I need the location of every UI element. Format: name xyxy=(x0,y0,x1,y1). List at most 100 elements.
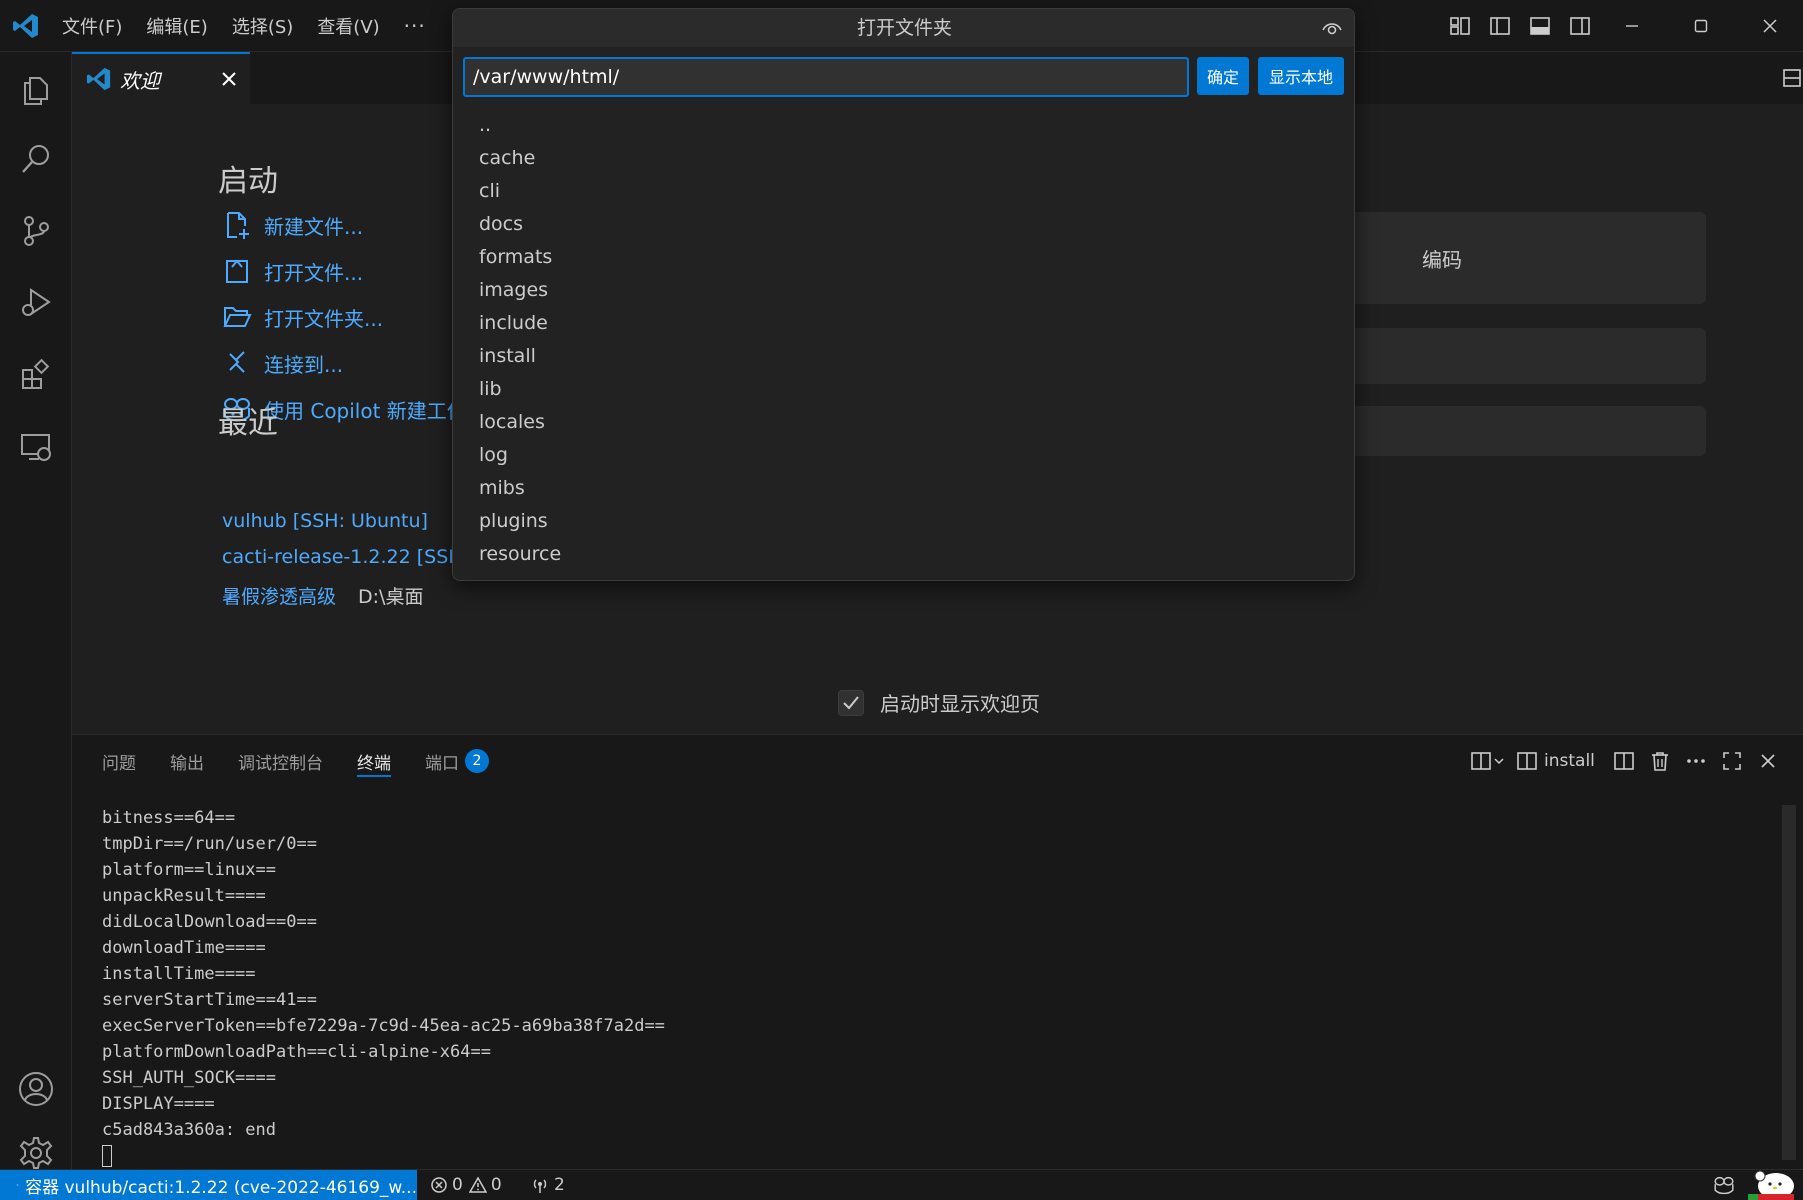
accounts-icon[interactable] xyxy=(0,1056,72,1122)
more-views-icon[interactable] xyxy=(1679,743,1713,779)
recent-item-name[interactable]: vulhub [SSH: Ubuntu] xyxy=(222,510,428,532)
menu-more-button[interactable]: ··· xyxy=(404,14,426,38)
open-folder-link[interactable]: 打开文件夹... xyxy=(222,300,383,334)
tab-terminal[interactable]: 终端 xyxy=(357,735,391,787)
toggle-primary-sidebar-icon[interactable] xyxy=(1480,8,1520,44)
show-hidden-files-eye-icon[interactable] xyxy=(1321,18,1343,38)
kill-terminal-trash-icon[interactable] xyxy=(1643,743,1677,779)
folder-list-item[interactable]: rra xyxy=(453,571,1354,580)
split-editor-icon[interactable] xyxy=(1772,60,1803,96)
recent-section-title: 最近 xyxy=(218,406,278,441)
remote-label: 容器 vulhub/cacti:1.2.22 (cve-2022-46169_w… xyxy=(25,1177,417,1198)
show-local-button[interactable]: 显示本地 xyxy=(1258,57,1344,95)
split-terminal-icon[interactable] xyxy=(1607,743,1641,779)
show-welcome-label: 启动时显示欢迎页 xyxy=(880,692,1040,716)
menu-view[interactable]: 查看(V) xyxy=(317,13,379,39)
close-panel-icon[interactable] xyxy=(1751,743,1785,779)
toggle-secondary-sidebar-icon[interactable] xyxy=(1560,8,1600,44)
show-welcome-checkbox[interactable]: 启动时显示欢迎页 xyxy=(838,688,1040,717)
menu-file[interactable]: 文件(F) xyxy=(62,13,122,39)
error-icon xyxy=(431,1177,447,1193)
folder-list-item[interactable]: docs xyxy=(453,208,1354,241)
new-file-icon xyxy=(222,210,252,240)
customize-layout-icon[interactable] xyxy=(1440,8,1480,44)
remote-icon xyxy=(16,1183,19,1187)
folder-list-item[interactable]: install xyxy=(453,340,1354,373)
copilot-status-icon[interactable] xyxy=(1712,1174,1736,1196)
vscode-tab-icon xyxy=(86,66,112,92)
warning-count: 0 xyxy=(490,1175,502,1195)
terminal-line: tmpDir==/run/user/0== xyxy=(102,834,317,854)
folder-list-item[interactable]: include xyxy=(453,307,1354,340)
run-debug-icon[interactable] xyxy=(0,270,72,336)
terminal-line: installTime==== xyxy=(102,964,256,984)
activity-bar xyxy=(0,52,72,1169)
ports-count-badge: 2 xyxy=(465,749,489,773)
dialog-title: 打开文件夹 xyxy=(856,17,952,39)
folder-list-item[interactable]: plugins xyxy=(453,505,1354,538)
folder-list-item[interactable]: cache xyxy=(453,142,1354,175)
folder-list-item[interactable]: locales xyxy=(453,406,1354,439)
tab-debug-console[interactable]: 调试控制台 xyxy=(238,735,323,787)
folder-list-item[interactable]: images xyxy=(453,274,1354,307)
ports-count: 2 xyxy=(554,1175,565,1195)
tab-welcome[interactable]: 欢迎 xyxy=(72,52,250,104)
terminal-line: unpackResult==== xyxy=(102,886,266,906)
recent-item[interactable]: 暑假渗透高级 D:\桌面 xyxy=(222,582,423,609)
forwarded-ports-indicator[interactable]: 2 xyxy=(530,1170,565,1200)
folder-list-item[interactable]: formats xyxy=(453,241,1354,274)
folder-list-item[interactable]: mibs xyxy=(453,472,1354,505)
close-tab-icon[interactable] xyxy=(218,68,240,90)
explorer-icon[interactable] xyxy=(0,58,72,124)
ok-button[interactable]: 确定 xyxy=(1197,57,1249,95)
open-file-label: 打开文件... xyxy=(264,260,364,285)
recent-item-name[interactable]: cacti-release-1.2.22 [SSH: U xyxy=(222,546,489,568)
remote-indicator[interactable]: 容器 vulhub/cacti:1.2.22 (cve-2022-46169_w… xyxy=(0,1170,417,1200)
problems-indicator[interactable]: 0 0 xyxy=(430,1170,502,1200)
folder-list-item[interactable]: cli xyxy=(453,175,1354,208)
new-file-link[interactable]: 新建文件... xyxy=(222,208,363,242)
connect-to-link[interactable]: 连接到... xyxy=(222,346,343,380)
source-control-icon[interactable] xyxy=(0,198,72,264)
folder-list-item[interactable]: lib xyxy=(453,373,1354,406)
terminal-line: c5ad843a360a: end xyxy=(102,1120,276,1140)
menu-edit[interactable]: 编辑(E) xyxy=(146,13,207,39)
open-file-icon xyxy=(222,256,252,286)
terminal-scrollbar[interactable] xyxy=(1782,805,1796,1160)
terminal-output[interactable]: bitness==64== tmpDir==/run/user/0== platfo… xyxy=(102,805,1752,1169)
recent-item-name[interactable]: 暑假渗透高级 xyxy=(222,582,336,609)
checkmark-icon[interactable] xyxy=(838,689,864,716)
new-terminal-split-icon[interactable] xyxy=(1470,743,1504,779)
status-right xyxy=(1712,1170,1802,1200)
toggle-panel-icon[interactable] xyxy=(1520,8,1560,44)
maximize-icon[interactable] xyxy=(1666,0,1735,52)
new-file-label: 新建文件... xyxy=(264,214,364,239)
search-icon[interactable] xyxy=(0,126,72,192)
tab-problems[interactable]: 问题 xyxy=(102,735,136,787)
close-window-icon[interactable] xyxy=(1735,0,1803,52)
folder-list-item[interactable]: .. xyxy=(453,109,1354,142)
tab-ports[interactable]: 端口 2 xyxy=(425,735,489,787)
terminal-line: DISPLAY==== xyxy=(102,1094,215,1114)
vscode-logo-icon xyxy=(12,12,40,40)
recent-item[interactable]: vulhub [SSH: Ubuntu] ~ xyxy=(222,510,466,532)
terminal-instance[interactable]: install xyxy=(1516,743,1595,779)
layout-controls xyxy=(1440,8,1600,44)
warning-icon xyxy=(468,1176,487,1193)
terminal-instance-icon xyxy=(1517,752,1537,770)
terminal-line: downloadTime==== xyxy=(102,938,266,958)
folder-list-item[interactable]: resource xyxy=(453,538,1354,571)
extensions-icon[interactable] xyxy=(0,342,72,408)
terminal-line: didLocalDownload==0== xyxy=(102,912,317,932)
panel-actions: install xyxy=(1470,743,1787,779)
menu-selection[interactable]: 选择(S) xyxy=(232,13,293,39)
tab-output[interactable]: 输出 xyxy=(170,735,204,787)
remote-connect-icon xyxy=(222,348,252,378)
remote-explorer-icon[interactable] xyxy=(0,414,72,480)
open-file-link[interactable]: 打开文件... xyxy=(222,254,363,288)
open-folder-icon xyxy=(222,302,252,332)
folder-path-input[interactable] xyxy=(463,57,1189,97)
minimize-icon[interactable] xyxy=(1597,0,1666,52)
folder-list-item[interactable]: log xyxy=(453,439,1354,472)
maximize-panel-icon[interactable] xyxy=(1715,743,1749,779)
